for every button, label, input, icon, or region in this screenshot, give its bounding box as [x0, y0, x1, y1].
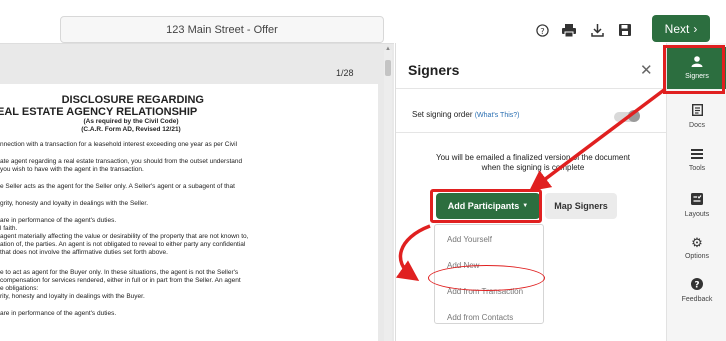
- panel-title: Signers: [408, 62, 460, 78]
- whats-this-link[interactable]: (What's This?): [475, 112, 520, 119]
- map-signers-button[interactable]: Map Signers: [545, 193, 617, 219]
- doc-line: that does not involve the affirmative du…: [0, 249, 168, 256]
- signers-panel-header: Signers ✕: [396, 43, 667, 89]
- toggle-knob[interactable]: [628, 110, 640, 122]
- add-participants-button[interactable]: Add Participants ▼: [436, 193, 540, 219]
- dropdown-item-add-from-transaction[interactable]: Add from Transaction: [447, 287, 523, 296]
- doc-line: ation of, the parties. An agent is not o…: [0, 241, 246, 248]
- add-participants-label: Add Participants: [447, 201, 520, 211]
- doc-line: nnection with a transaction for a leaseh…: [0, 141, 238, 148]
- document-page: DISCLOSURE REGARDING EAL ESTATE AGENCY R…: [0, 84, 378, 341]
- download-icon[interactable]: [589, 22, 605, 38]
- document-title-field[interactable]: 123 Main Street - Offer: [60, 16, 384, 43]
- notice-line-2: when the signing is complete: [481, 163, 585, 172]
- save-icon[interactable]: [617, 22, 633, 38]
- nav-label: Options: [684, 252, 710, 260]
- doc-heading-1: DISCLOSURE REGARDING: [61, 94, 204, 106]
- signing-order-row: Set signing order (What's This?): [396, 90, 667, 133]
- doc-line: e obligations:: [0, 285, 39, 292]
- next-button-label: Next: [664, 21, 690, 36]
- doc-line: are in performance of the agent's duties…: [0, 310, 117, 317]
- signing-order-text: Set signing order (What's This?): [412, 110, 520, 119]
- nav-item-feedback[interactable]: ? Feedback: [667, 269, 726, 311]
- add-participants-dropdown: Add Yourself Add New Add from Transactio…: [434, 224, 544, 324]
- next-button[interactable]: Next ›: [652, 15, 710, 42]
- doc-line: are in performance of the agent's duties…: [0, 217, 117, 224]
- scroll-up-arrow-icon[interactable]: ▲: [384, 46, 392, 52]
- dropdown-item-add-from-contacts[interactable]: Add from Contacts: [447, 313, 513, 322]
- doc-line: agent materially affecting the value or …: [0, 233, 249, 240]
- nav-label: Signers: [685, 73, 709, 80]
- nav-item-docs[interactable]: Docs: [667, 95, 726, 137]
- signers-panel: Signers ✕ Set signing order (What's This…: [395, 43, 667, 341]
- doc-heading-2: EAL ESTATE AGENCY RELATIONSHIP: [0, 106, 198, 118]
- email-notice: You will be emailed a finalized version …: [418, 153, 648, 173]
- doc-line: e Seller acts as the agent for the Selle…: [0, 183, 235, 190]
- document-viewer: 1/28 ▲ DISCLOSURE REGARDING EAL ESTATE A…: [0, 43, 394, 341]
- dropdown-item-add-yourself[interactable]: Add Yourself: [447, 235, 492, 244]
- doc-subheading-2: (C.A.R. Form AD, Revised 12/21): [81, 126, 181, 133]
- nav-label: Feedback: [681, 295, 713, 303]
- help-icon: ?: [691, 277, 703, 293]
- nav-item-options[interactable]: ⚙ Options: [667, 227, 726, 269]
- nav-item-signers[interactable]: Signers: [667, 47, 726, 89]
- caret-down-icon: ▼: [522, 203, 529, 209]
- viewer-scrollbar[interactable]: [384, 50, 392, 341]
- doc-line: l faith.: [0, 225, 18, 232]
- doc-line: compensation for services rendered, eith…: [0, 277, 241, 284]
- doc-line: rity, honesty and loyalty in dealings wi…: [0, 293, 145, 300]
- viewer-scroll-thumb[interactable]: [385, 60, 391, 76]
- page-counter: 1/28: [336, 68, 354, 78]
- doc-line: ate agent regarding a real estate transa…: [0, 158, 243, 165]
- docs-icon: [691, 103, 703, 119]
- nav-label: Tools: [688, 164, 706, 172]
- help-icon[interactable]: ?: [534, 22, 550, 38]
- dropdown-item-add-new[interactable]: Add New: [447, 261, 479, 270]
- close-icon[interactable]: ✕: [640, 61, 653, 79]
- user-icon: [691, 56, 703, 70]
- doc-line: e to act as agent for the Buyer only. In…: [0, 269, 239, 276]
- doc-subheading-1: (As required by the Civil Code): [83, 118, 179, 125]
- signing-order-label: Set signing order: [412, 110, 473, 119]
- right-nav: Signers Docs Tools Layouts ⚙ Options ? F…: [666, 43, 726, 341]
- print-icon[interactable]: [561, 22, 577, 38]
- nav-label: Layouts: [684, 210, 710, 218]
- notice-line-1: You will be emailed a finalized version …: [435, 153, 631, 162]
- doc-line: you wish to have with the agent in the t…: [0, 166, 144, 173]
- top-bar: 123 Main Street - Offer ? Next ›: [0, 0, 726, 43]
- gear-icon: ⚙: [691, 235, 703, 251]
- doc-line: grity, honesty and loyalty in dealings w…: [0, 200, 149, 207]
- layouts-icon: [691, 192, 703, 208]
- nav-item-tools[interactable]: Tools: [667, 139, 726, 181]
- svg-text:?: ?: [694, 280, 699, 290]
- nav-label: Docs: [689, 121, 705, 129]
- svg-text:?: ?: [540, 25, 544, 35]
- chevron-right-icon: ›: [693, 21, 698, 36]
- tools-icon: [691, 148, 703, 162]
- nav-item-layouts[interactable]: Layouts: [667, 184, 726, 226]
